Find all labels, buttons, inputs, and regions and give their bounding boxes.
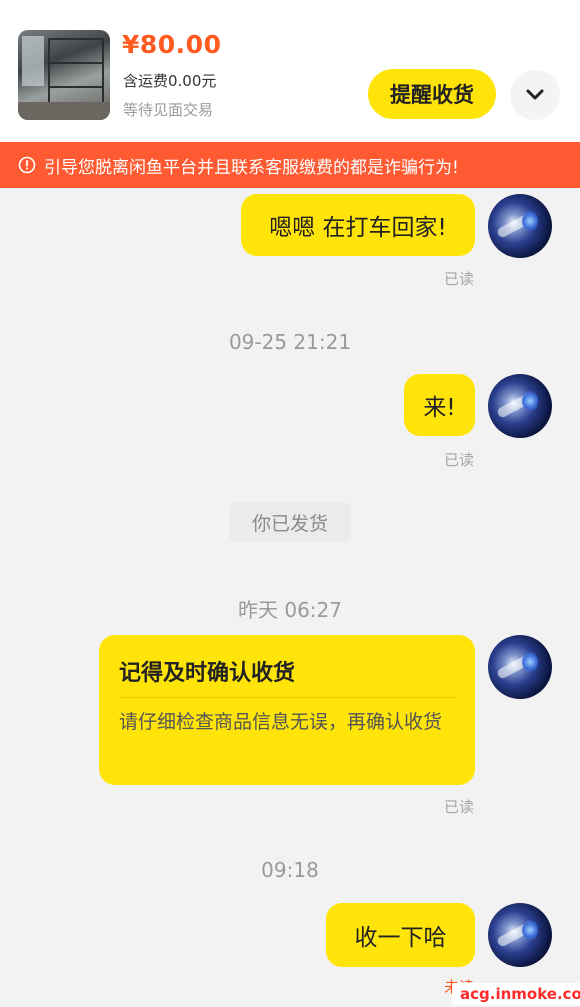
message-text: 来! xyxy=(423,395,456,421)
price: ¥80.00 xyxy=(122,30,222,59)
timestamp: 昨天 06:27 xyxy=(238,598,342,622)
message-text: 嗯嗯 在打车回家! xyxy=(269,215,447,241)
warning-text: 引导您脱离闲鱼平台并且联系客服缴费的都是诈骗行为! xyxy=(44,157,459,178)
fraud-warning-banner: 引导您脱离闲鱼平台并且联系客服缴费的都是诈骗行为! xyxy=(0,142,580,188)
timestamp: 09-25 21:21 xyxy=(228,330,352,354)
avatar[interactable] xyxy=(488,194,552,258)
alert-circle-icon xyxy=(18,156,36,174)
message-text: 收一下哈 xyxy=(354,925,447,951)
avatar[interactable] xyxy=(488,635,552,699)
timestamp: 09:18 xyxy=(261,858,319,882)
order-status: 等待见面交易 xyxy=(123,101,214,119)
watermark: acg.inmoke.com xyxy=(452,983,580,1005)
read-status: 已读 xyxy=(444,451,475,469)
avatar[interactable] xyxy=(488,374,552,438)
expand-button[interactable] xyxy=(510,70,560,120)
order-header: ¥80.00 含运费0.00元 等待见面交易 提醒收货 xyxy=(0,0,580,142)
confirm-receipt-card[interactable]: 记得及时确认收货 请仔细检查商品信息无误，再确认收货 xyxy=(99,635,475,785)
message-bubble[interactable]: 来! xyxy=(404,374,475,436)
read-status: 已读 xyxy=(444,270,475,288)
card-body: 请仔细检查商品信息无误，再确认收货 xyxy=(119,711,443,733)
avatar[interactable] xyxy=(488,903,552,967)
read-status: 已读 xyxy=(444,798,475,816)
remind-receive-button[interactable]: 提醒收货 xyxy=(368,69,496,119)
product-thumbnail[interactable] xyxy=(18,30,110,120)
chevron-down-icon xyxy=(526,89,544,100)
card-title: 记得及时确认收货 xyxy=(119,661,296,686)
shipping-fee: 含运费0.00元 xyxy=(123,72,217,90)
message-bubble[interactable]: 收一下哈 xyxy=(326,903,475,967)
system-shipped-tag: 你已发货 xyxy=(229,502,351,542)
message-bubble[interactable]: 嗯嗯 在打车回家! xyxy=(241,194,475,256)
card-divider xyxy=(119,697,455,698)
